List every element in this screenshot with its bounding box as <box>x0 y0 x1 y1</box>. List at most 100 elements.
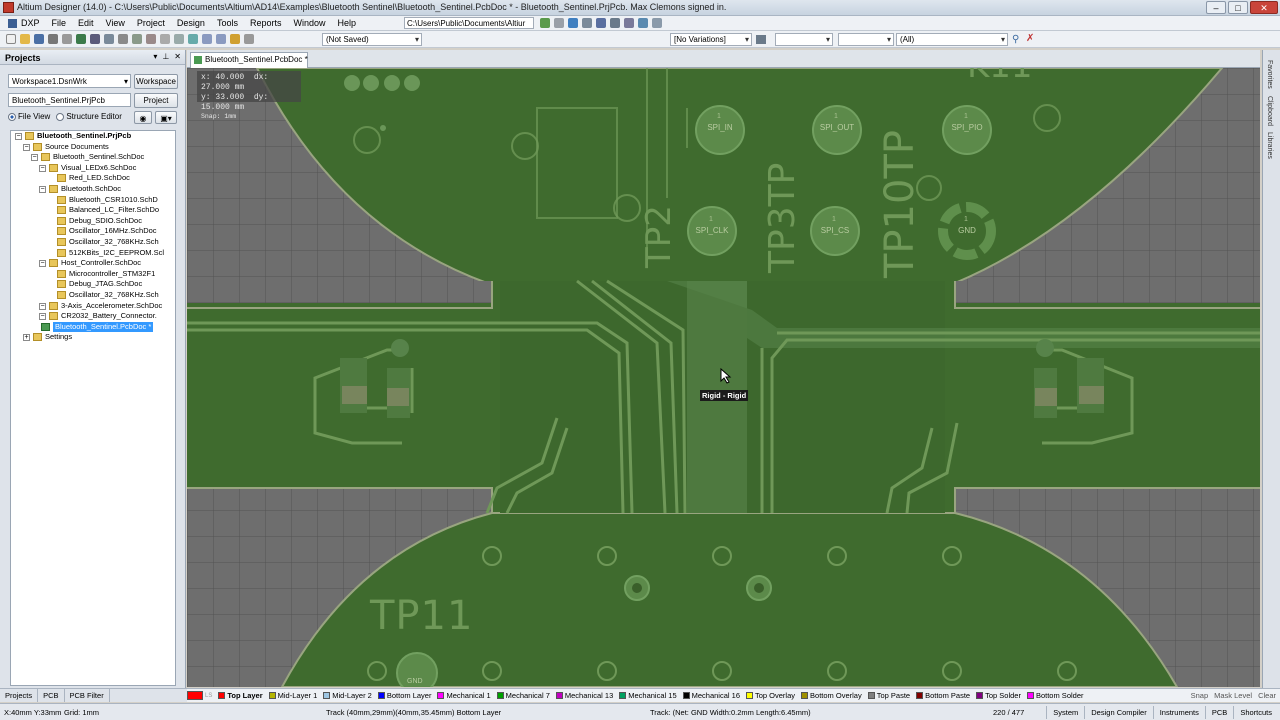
expand-icon[interactable]: − <box>39 302 46 310</box>
layer-tab[interactable]: Mid-Layer 2 <box>323 691 372 700</box>
print-preview-icon[interactable] <box>62 34 72 44</box>
expand-icon[interactable]: + <box>23 334 30 342</box>
apply-filter-icon[interactable]: ⚲ <box>1012 34 1019 45</box>
tree-item[interactable]: 512KBits_I2C_EEPROM.Scl <box>11 248 175 259</box>
zoom-fit-icon[interactable] <box>104 34 114 44</box>
panel-tab-pcb[interactable]: PCB <box>38 689 65 702</box>
expand-icon[interactable]: − <box>39 260 46 268</box>
tree-item[interactable]: Balanced_LC_Filter.SchDo <box>11 205 175 216</box>
variant-icon[interactable] <box>756 35 766 44</box>
layer-tab[interactable]: Bottom Overlay <box>801 691 862 700</box>
tools-icon[interactable] <box>610 18 620 28</box>
status-tab-design-compiler[interactable]: Design Compiler <box>1084 706 1152 719</box>
menu-window[interactable]: Window <box>293 18 325 28</box>
layer-tab[interactable]: Mechanical 7 <box>496 691 550 700</box>
layer-tab[interactable]: Mechanical 13 <box>555 691 613 700</box>
panel-close-icon[interactable]: ✕ <box>174 52 181 61</box>
maximize-icon[interactable]: □ <box>1228 1 1248 14</box>
status-tab-system[interactable]: System <box>1046 706 1084 719</box>
filter-combo[interactable]: (All) <box>896 33 1008 46</box>
layer-tab[interactable]: Top Paste <box>867 691 910 700</box>
layer-tab[interactable]: Bottom Solder <box>1026 691 1084 700</box>
query-icon[interactable] <box>244 34 254 44</box>
layer-tab[interactable]: Top Overlay <box>746 691 795 700</box>
select-icon[interactable] <box>160 34 170 44</box>
deselect-icon[interactable] <box>188 34 198 44</box>
tree-item[interactable]: Microcontroller_STM32F1 <box>11 269 175 280</box>
layer-control-mask-level[interactable]: Mask Level <box>1214 691 1252 700</box>
menu-help[interactable]: Help <box>337 18 356 28</box>
status-tab-instruments[interactable]: Instruments <box>1152 706 1205 719</box>
menu-reports[interactable]: Reports <box>250 18 282 28</box>
tree-item[interactable]: − Host_Controller.SchDoc <box>11 258 175 269</box>
layer-icon[interactable] <box>76 34 86 44</box>
layer-tab[interactable]: Mechanical 16 <box>682 691 740 700</box>
undo-icon[interactable] <box>202 34 212 44</box>
layer-tab[interactable]: Mechanical 15 <box>619 691 677 700</box>
list-icon[interactable] <box>652 18 662 28</box>
menu-dxp[interactable]: DXP <box>21 18 40 28</box>
document-path-combo[interactable]: C:\Users\Public\Documents\Altiur <box>404 17 534 29</box>
tree-item[interactable]: − Visual_LEDx6.SchDoc <box>11 163 175 174</box>
right-panel-tab-libraries[interactable]: Libraries <box>1266 132 1273 159</box>
project-field[interactable]: Bluetooth_Sentinel.PrjPcb <box>8 93 131 107</box>
document-tab[interactable]: Bluetooth_Sentinel.PcbDoc * <box>190 52 308 68</box>
tree-item[interactable]: Oscillator_32_768KHz.Sch <box>11 290 175 301</box>
expand-icon[interactable]: − <box>15 133 22 140</box>
layer-control-snap[interactable]: Snap <box>1191 691 1209 700</box>
panel-options-icon[interactable]: ▣▾ <box>155 111 177 124</box>
new-icon[interactable] <box>6 34 16 44</box>
layer-control-clear[interactable]: Clear <box>1258 691 1276 700</box>
net-class-combo[interactable] <box>775 33 833 46</box>
print-icon[interactable] <box>48 34 58 44</box>
tree-item[interactable]: − Bluetooth_Sentinel.PrjPcb <box>11 131 175 142</box>
expand-icon[interactable]: − <box>39 185 46 193</box>
zoom-icon[interactable] <box>90 34 100 44</box>
tree-item[interactable]: − CR2032_Battery_Connector. <box>11 311 175 322</box>
copy-icon[interactable] <box>132 34 142 44</box>
menu-design[interactable]: Design <box>177 18 205 28</box>
paste-icon[interactable] <box>146 34 156 44</box>
expand-icon[interactable]: − <box>39 313 46 321</box>
variations-combo[interactable]: [No Variations] <box>670 33 752 46</box>
align-icon[interactable] <box>624 18 634 28</box>
class-combo[interactable] <box>838 33 894 46</box>
layer-tab[interactable]: Mid-Layer 1 <box>268 691 317 700</box>
home-icon[interactable] <box>568 18 578 28</box>
tree-item[interactable]: Bluetooth_CSR1010.SchD <box>11 195 175 206</box>
menu-view[interactable]: View <box>106 18 125 28</box>
layer-tab[interactable]: Top Solder <box>976 691 1021 700</box>
tree-item[interactable]: − Source Documents <box>11 142 175 153</box>
open-icon[interactable] <box>20 34 30 44</box>
layer-tab[interactable]: Top Layer <box>218 691 263 700</box>
dxp-icon[interactable] <box>8 19 17 28</box>
tree-item[interactable]: Oscillator_16MHz.SchDoc <box>11 226 175 237</box>
menu-file[interactable]: File <box>52 18 67 28</box>
tree-item[interactable]: − Bluetooth_Sentinel.SchDoc <box>11 152 175 163</box>
close-icon[interactable]: ✕ <box>1250 1 1278 14</box>
panel-menu-icon[interactable]: ▾ <box>153 52 157 61</box>
tree-item[interactable]: Red_LED.SchDoc <box>11 173 175 184</box>
saved-state-combo[interactable]: (Not Saved) <box>322 33 422 46</box>
cut-icon[interactable] <box>118 34 128 44</box>
tree-item[interactable]: Debug_SDIO.SchDoc <box>11 216 175 227</box>
tree-item[interactable]: Debug_JTAG.SchDoc <box>11 279 175 290</box>
workspace-combo[interactable]: Workspace1.DsnWrk <box>8 74 131 88</box>
expand-icon[interactable]: − <box>23 143 30 151</box>
layer-tab[interactable]: Bottom Layer <box>377 691 431 700</box>
panel-view-icon[interactable]: ◉ <box>134 111 152 124</box>
expand-icon[interactable]: − <box>39 164 46 172</box>
panel-tab-pcb-filter[interactable]: PCB Filter <box>65 689 110 702</box>
save-icon[interactable] <box>34 34 44 44</box>
forward-icon[interactable] <box>554 18 564 28</box>
grid-icon[interactable] <box>638 18 648 28</box>
minimize-icon[interactable]: – <box>1206 1 1226 14</box>
expand-icon[interactable]: − <box>31 154 38 162</box>
structure-editor-radio[interactable]: Structure Editor <box>56 112 122 121</box>
move-icon[interactable] <box>174 34 184 44</box>
wand-icon[interactable] <box>230 34 240 44</box>
menu-edit[interactable]: Edit <box>78 18 94 28</box>
menu-tools[interactable]: Tools <box>217 18 238 28</box>
right-panel-tab-clipboard[interactable]: Clipboard <box>1266 96 1273 126</box>
layer-tab[interactable]: LS <box>187 691 212 700</box>
